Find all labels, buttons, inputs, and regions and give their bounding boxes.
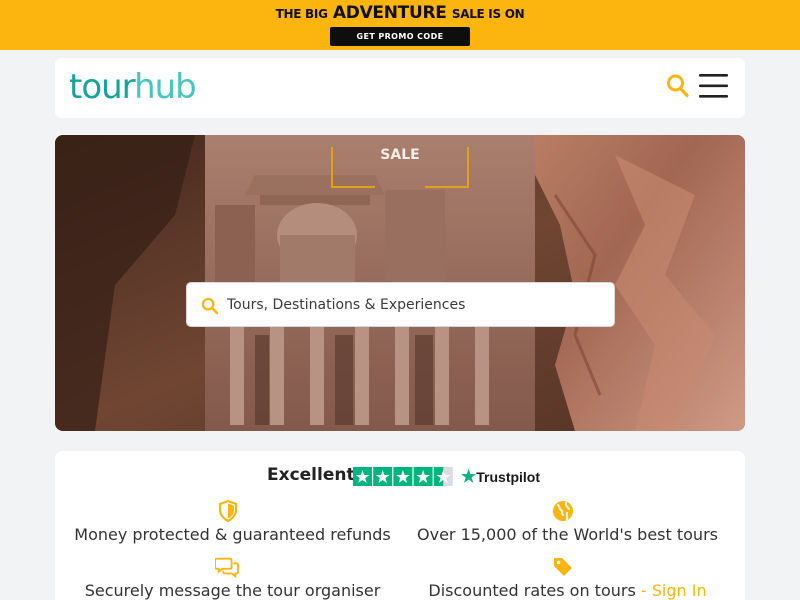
sign-in-link[interactable]: - Sign In xyxy=(641,581,707,600)
promo-title-highlight: ADVENTURE xyxy=(332,3,447,23)
tourhub-logo[interactable]: tourhub xyxy=(69,67,197,107)
promo-title-suffix: SALE IS ON xyxy=(451,7,525,21)
feature-discounted-rates-text: Discounted rates on tours xyxy=(428,581,636,600)
feature-secure-message: Securely message the tour organiser xyxy=(84,581,381,600)
logo-part-2: hub xyxy=(134,67,197,107)
get-promo-code-button[interactable]: GET PROMO CODE xyxy=(330,27,470,46)
promo-banner: THE BIG ADVENTURE SALE IS ON GET PROMO C… xyxy=(0,0,800,50)
trustpilot-label: Trustpilot xyxy=(476,469,541,485)
shield-icon xyxy=(216,499,240,523)
trustpilot-logo[interactable]: ★Trustpilot xyxy=(461,467,540,487)
trustpilot-stars xyxy=(353,467,453,486)
promo-title-prefix: THE BIG xyxy=(275,7,328,21)
feature-money-protected: Money protected & guaranteed refunds xyxy=(74,525,391,544)
sale-label: SALE xyxy=(380,147,420,163)
destination-search-input[interactable] xyxy=(227,293,597,317)
site-header: tourhub xyxy=(55,58,745,118)
chat-bubbles-icon xyxy=(214,555,239,579)
rating-label: Excellent xyxy=(267,465,355,485)
hero-banner: SALE xyxy=(55,135,745,431)
price-tag-icon xyxy=(551,555,575,579)
hamburger-menu-icon[interactable] xyxy=(698,72,730,100)
search-icon[interactable] xyxy=(666,73,690,99)
feature-discounted-rates: Discounted rates on tours - Sign In xyxy=(395,581,740,600)
trust-section: Excellent ★Trustpilot Money protected & … xyxy=(55,451,745,600)
globe-icon xyxy=(551,499,575,523)
search-icon xyxy=(201,297,219,315)
logo-part-1: tour xyxy=(69,67,135,107)
destination-search-box[interactable] xyxy=(186,282,615,327)
trustpilot-star-icon: ★ xyxy=(461,467,477,486)
feature-best-tours: Over 15,000 of the World's best tours xyxy=(417,525,718,544)
promo-title: THE BIG ADVENTURE SALE IS ON xyxy=(0,3,800,23)
